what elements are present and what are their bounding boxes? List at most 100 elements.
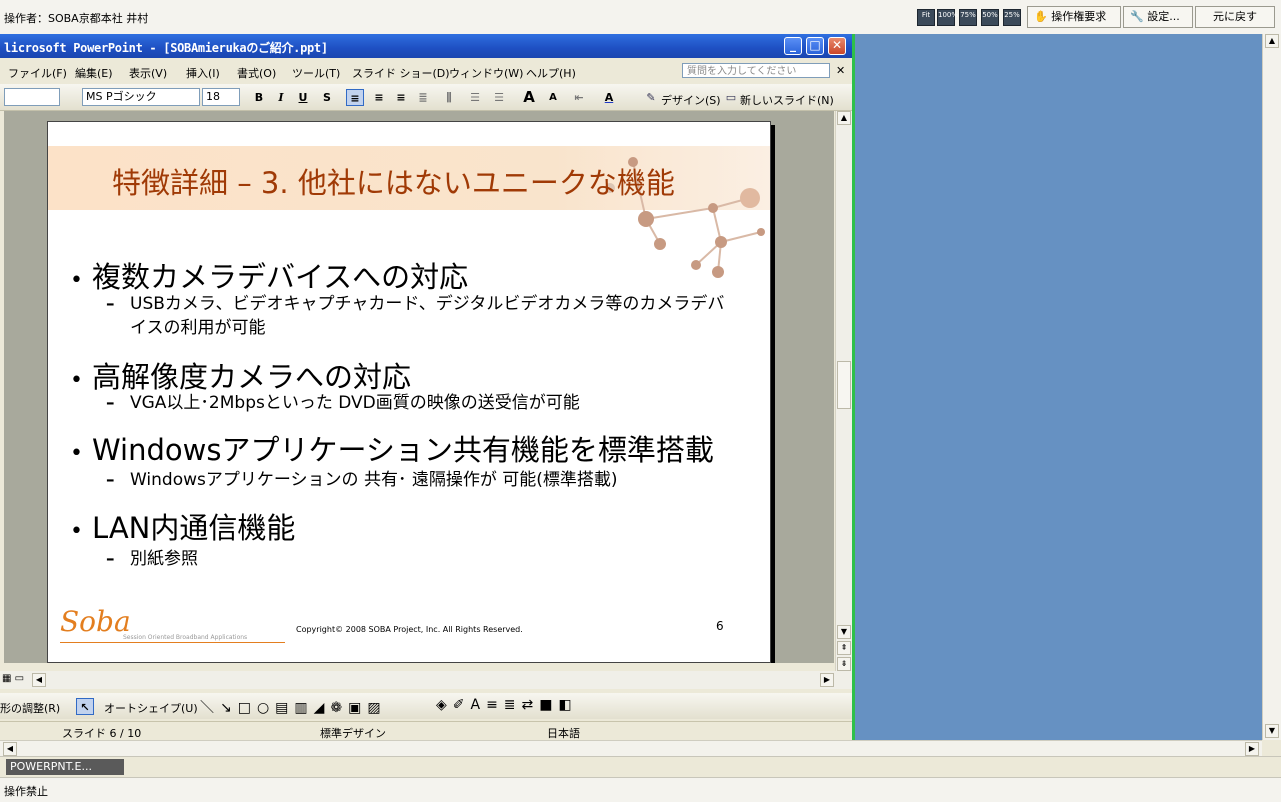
bullet-dot-icon: • bbox=[70, 368, 83, 393]
decrease-font-icon[interactable]: A bbox=[544, 89, 562, 106]
vertical-text-icon[interactable]: ⫼ bbox=[440, 89, 458, 106]
sub-bullet-1-cont: イスの利用が可能 bbox=[130, 316, 266, 340]
bold-button[interactable]: B bbox=[250, 89, 268, 106]
template-name: 標準デザイン bbox=[320, 727, 386, 740]
settings-button[interactable]: 🔧 設定... bbox=[1123, 6, 1193, 28]
next-slide-icon[interactable]: ⇟ bbox=[837, 657, 851, 671]
bullet-1: • 複数カメラデバイスへの対応 bbox=[70, 254, 468, 296]
increase-font-icon[interactable]: A bbox=[520, 89, 538, 106]
maximize-button[interactable]: □ bbox=[806, 37, 824, 55]
new-slide-button[interactable]: 新しいスライド(N) bbox=[740, 92, 834, 108]
scroll-left-icon[interactable]: ◀ bbox=[32, 673, 46, 687]
design-button[interactable]: デザイン(S) bbox=[661, 92, 721, 108]
align-right-icon[interactable]: ≡ bbox=[392, 89, 410, 106]
settings-label: 設定... bbox=[1147, 10, 1180, 23]
zoom-25-button[interactable]: 25% bbox=[1003, 9, 1021, 26]
bullet-dot-icon: • bbox=[70, 519, 83, 544]
sub-bullet-4-line1: 別紙参照 bbox=[130, 549, 198, 569]
sub-bullet-2-line1: VGA以上･2Mbpsといった DVD画質の映像の送受信が可能 bbox=[130, 393, 580, 413]
scroll-up-icon[interactable]: ▲ bbox=[837, 111, 851, 125]
outer-horizontal-scrollbar[interactable]: ◀ ▶ bbox=[0, 740, 1262, 757]
menu-format[interactable]: 書式(O) bbox=[237, 65, 276, 81]
close-doc-icon[interactable]: ✕ bbox=[836, 64, 845, 77]
slide-canvas[interactable]: 特徴詳細 – 3. 他社にはないユニークな機能 • 複数カメラデバイスへの対応 –… bbox=[47, 121, 771, 663]
scroll-down-icon[interactable]: ▼ bbox=[837, 625, 851, 639]
outer-scroll-up-icon[interactable]: ▲ bbox=[1265, 34, 1279, 48]
zoom-fit-button[interactable]: Fit bbox=[917, 9, 935, 26]
outer-scroll-left-icon[interactable]: ◀ bbox=[3, 742, 17, 756]
drawing-toolbar: 形の調整(R) ↖ オートシェイプ(U) ＼↘□○▤▥◢❁▣▨ ◈✐A≡≣⇄■◧ bbox=[0, 693, 852, 719]
scroll-right-icon[interactable]: ▶ bbox=[820, 673, 834, 687]
underline-button[interactable]: U bbox=[294, 89, 312, 106]
bullet-2-text: 高解像度カメラへの対応 bbox=[92, 360, 412, 394]
outer-vertical-scrollbar[interactable]: ▲ ▼ bbox=[1262, 34, 1281, 740]
window-titlebar[interactable]: licrosoft PowerPoint - [SOBAmierukaのご紹介.… bbox=[0, 34, 852, 58]
bullet-4-text: LAN内通信機能 bbox=[92, 511, 296, 545]
menu-file[interactable]: ファイル(F) bbox=[8, 65, 67, 81]
sub-bullet-1-line1: USBカメラ、ビデオキャプチャカード、デジタルビデオカメラ等のカメラデバ bbox=[130, 294, 725, 314]
menu-slideshow[interactable]: スライド ショー(D) bbox=[352, 65, 450, 81]
scroll-thumb[interactable] bbox=[837, 361, 851, 409]
adjust-button[interactable]: 形の調整(R) bbox=[0, 700, 60, 716]
shape-tools-icon[interactable]: ＼↘□○▤▥◢❁▣▨ bbox=[200, 697, 387, 717]
taskbar-item-powerpoint[interactable]: POWERPNT.E... bbox=[6, 759, 124, 775]
slide-title: 特徴詳細 – 3. 他社にはないユニークな機能 bbox=[112, 166, 675, 200]
select-pointer-icon[interactable]: ↖ bbox=[76, 698, 94, 715]
numbering-icon[interactable]: ☰ bbox=[466, 89, 484, 106]
minimize-button[interactable]: _ bbox=[784, 37, 802, 55]
menu-view[interactable]: 表示(V) bbox=[129, 65, 167, 81]
control-status: 操作禁止 bbox=[4, 785, 48, 798]
wrench-icon: 🔧 bbox=[1130, 10, 1144, 23]
font-name-combo[interactable]: MS Pゴシック bbox=[82, 88, 200, 106]
slide-number: 6 bbox=[716, 619, 724, 633]
slide-edit-area: 特徴詳細 – 3. 他社にはないユニークな機能 • 複数カメラデバイスへの対応 –… bbox=[4, 111, 834, 663]
align-center-icon[interactable]: ≡ bbox=[370, 89, 388, 106]
sub-bullet-3-line1: Windowsアプリケーションの 共有･ 遠隔操作が 可能(標準搭載) bbox=[130, 470, 618, 490]
prev-slide-icon[interactable]: ⇞ bbox=[837, 641, 851, 655]
view-buttons-icon[interactable]: ▦ ▭ bbox=[2, 673, 24, 684]
bullets-icon[interactable]: ☰ bbox=[490, 89, 508, 106]
italic-button[interactable]: I bbox=[272, 89, 290, 106]
bullet-dot-icon: • bbox=[70, 441, 83, 466]
help-question-input[interactable]: 質問を入力してください bbox=[682, 63, 830, 78]
operator-bar: 操作者：SOBA京都本社 井村 Fit 100% 75% 50% 25% ✋ 操… bbox=[0, 0, 1281, 35]
color-tools-icon[interactable]: ◈✐A≡≣⇄■◧ bbox=[436, 697, 578, 713]
status-bar: スライド 6 / 10 標準デザイン 日本語 bbox=[0, 721, 852, 740]
design-icon: ✎ bbox=[646, 91, 656, 104]
outer-scroll-right-icon[interactable]: ▶ bbox=[1245, 742, 1259, 756]
taskbar: POWERPNT.E... bbox=[0, 756, 1281, 778]
autoshape-button[interactable]: オートシェイプ(U) bbox=[104, 700, 198, 716]
logo-underline bbox=[60, 642, 285, 643]
close-button[interactable]: ✕ bbox=[828, 37, 846, 55]
menu-insert[interactable]: 挿入(I) bbox=[186, 65, 220, 81]
vertical-scrollbar[interactable]: ▲ ▼ ⇞ ⇟ bbox=[835, 111, 852, 675]
sub-bullet-1-line2: イスの利用が可能 bbox=[130, 318, 266, 338]
font-color-icon[interactable]: A bbox=[600, 89, 618, 106]
hand-icon: ✋ bbox=[1034, 10, 1048, 23]
zoom-50-button[interactable]: 50% bbox=[981, 9, 999, 26]
shadow-button[interactable]: S bbox=[318, 89, 336, 106]
menu-tools[interactable]: ツール(T) bbox=[292, 65, 340, 81]
powerpoint-window: licrosoft PowerPoint - [SOBAmierukaのご紹介.… bbox=[0, 34, 852, 740]
menu-help[interactable]: ヘルプ(H) bbox=[526, 65, 576, 81]
operator-label: 操作者：SOBA京都本社 井村 bbox=[4, 12, 149, 25]
menu-edit[interactable]: 編集(E) bbox=[75, 65, 113, 81]
menu-bar: ファイル(F) 編集(E) 表示(V) 挿入(I) 書式(O) ツール(T) ス… bbox=[0, 60, 852, 82]
language-status: 日本語 bbox=[547, 727, 580, 740]
undo-button[interactable]: 元に戻す bbox=[1195, 6, 1275, 28]
distribute-icon[interactable]: ≣ bbox=[414, 89, 432, 106]
menu-window[interactable]: ウィンドウ(W) bbox=[449, 65, 523, 81]
style-combo[interactable] bbox=[4, 88, 60, 106]
bullet-2: • 高解像度カメラへの対応 bbox=[70, 354, 411, 396]
indent-icon[interactable]: ⇤ bbox=[570, 89, 588, 106]
bullet-3: • Windowsアプリケーション共有機能を標準搭載 bbox=[70, 427, 714, 469]
align-left-icon[interactable]: ≡ bbox=[346, 89, 364, 106]
zoom-75-button[interactable]: 75% bbox=[959, 9, 977, 26]
slide-position: スライド 6 / 10 bbox=[62, 727, 142, 740]
request-control-button[interactable]: ✋ 操作権要求 bbox=[1027, 6, 1121, 28]
horizontal-scrollbar[interactable]: ▦ ▭ ◀ ▶ bbox=[0, 671, 852, 689]
bullet-1-text: 複数カメラデバイスへの対応 bbox=[92, 260, 469, 294]
font-size-combo[interactable]: 18 bbox=[202, 88, 240, 106]
zoom-100-button[interactable]: 100% bbox=[937, 9, 958, 26]
outer-scroll-down-icon[interactable]: ▼ bbox=[1265, 724, 1279, 738]
